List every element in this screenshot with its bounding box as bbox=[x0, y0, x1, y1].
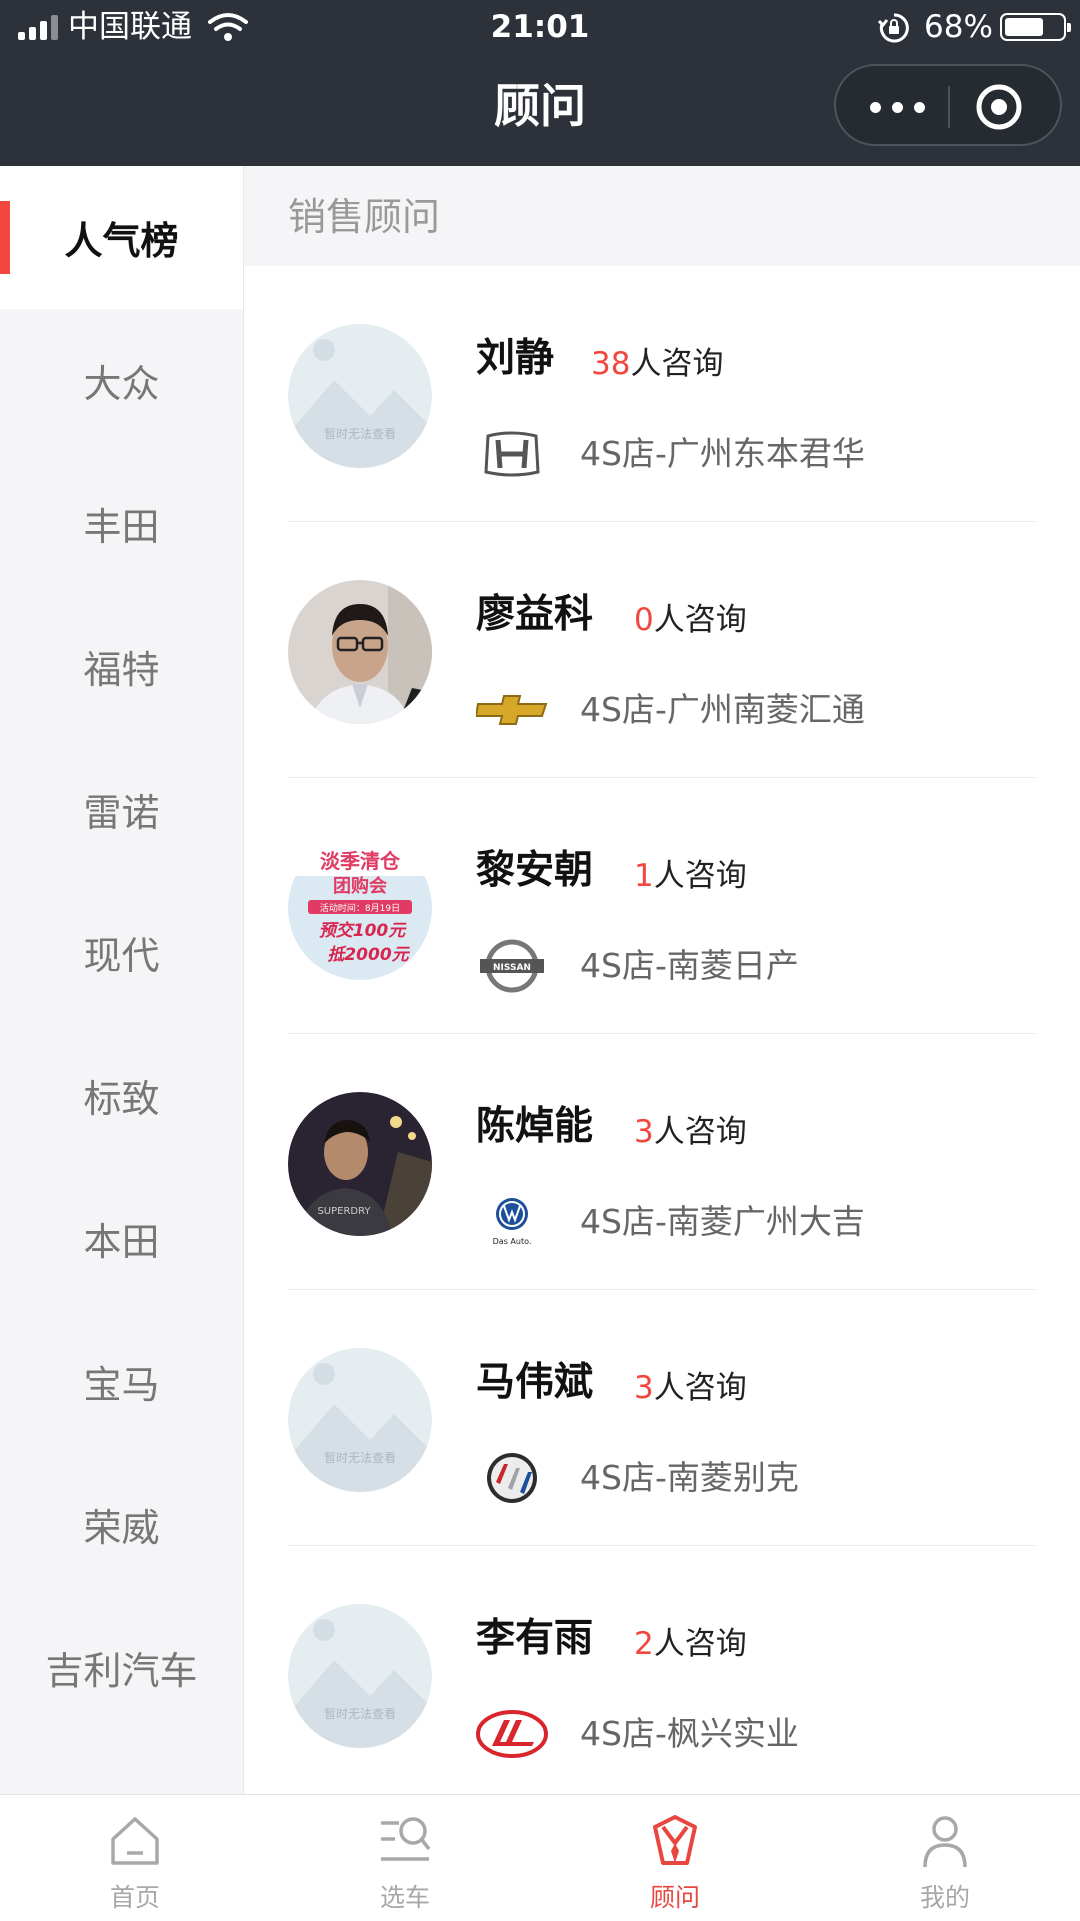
svg-text:淡季清仓: 淡季清仓 bbox=[320, 849, 401, 873]
profile-icon bbox=[923, 1816, 967, 1868]
bottom-tab-bar: 首页 选车 顾问 我的 bbox=[0, 1794, 1080, 1920]
advisor-row[interactable]: 暂时无法查看 刘静 38人咨询 4S店-广州东本君华 bbox=[244, 266, 1080, 522]
status-bar: 中国联通 21:01 68% bbox=[0, 0, 1080, 54]
top-bar: 中国联通 21:01 68% 顾问 bbox=[0, 0, 1080, 166]
advisor-avatar: SUPERDRY bbox=[288, 1092, 432, 1236]
tab-label: 选车 bbox=[379, 1883, 430, 1912]
sidebar-item-brand[interactable]: 宝马 bbox=[0, 1310, 243, 1453]
tab-label: 我的 bbox=[919, 1883, 970, 1912]
rotation-lock-icon bbox=[878, 13, 909, 43]
sidebar-item-popular[interactable]: 人气榜 bbox=[0, 166, 243, 309]
advisor-icon bbox=[653, 1815, 697, 1865]
tab-label: 顾问 bbox=[649, 1883, 700, 1912]
advisor-name: 李有雨 bbox=[476, 1616, 594, 1661]
consult-count: 3人咨询 bbox=[634, 1370, 747, 1406]
volkswagen-logo-icon: Das Auto. bbox=[476, 1194, 548, 1250]
advisor-avatar: 暂时无法查看 bbox=[288, 1348, 432, 1492]
nissan-logo-icon: NISSAN bbox=[476, 938, 548, 994]
svg-text:NISSAN: NISSAN bbox=[493, 963, 531, 973]
battery-percent: 68% bbox=[924, 9, 993, 45]
svg-text:暂时无法查看: 暂时无法查看 bbox=[324, 427, 396, 441]
tab-advisor[interactable]: 顾问 bbox=[540, 1795, 810, 1921]
tab-label: 首页 bbox=[109, 1883, 160, 1912]
target-close-icon[interactable] bbox=[974, 82, 1024, 132]
advisor-avatar: 淡季清仓 团购会 活动时间：8月19日 预交100元 抵2000元 bbox=[288, 836, 432, 980]
lifan-logo-icon bbox=[476, 1706, 548, 1762]
advisor-name: 陈焯能 bbox=[476, 1104, 594, 1149]
sidebar-item-brand[interactable]: 标致 bbox=[0, 1024, 243, 1167]
advisor-name: 马伟斌 bbox=[476, 1360, 594, 1405]
advisor-row[interactable]: SUPERDRY 陈焯能 3人咨询 Das Auto. 4S店-南菱广州大吉 bbox=[244, 1034, 1080, 1290]
tab-home[interactable]: 首页 bbox=[0, 1795, 270, 1921]
svg-text:Das Auto.: Das Auto. bbox=[493, 1237, 532, 1246]
consult-count: 1人咨询 bbox=[634, 858, 747, 894]
advisor-name: 黎安朝 bbox=[476, 848, 594, 893]
store-name: 4S店-南菱日产 bbox=[580, 946, 799, 985]
buick-logo-icon bbox=[476, 1450, 548, 1506]
car-search-icon bbox=[381, 1817, 431, 1861]
store-name: 4S店-南菱别克 bbox=[580, 1458, 799, 1497]
advisor-name: 刘静 bbox=[476, 336, 555, 381]
more-dots-icon[interactable] bbox=[858, 86, 938, 128]
svg-text:暂时无法查看: 暂时无法查看 bbox=[324, 1451, 396, 1465]
advisor-row[interactable]: 淡季清仓 团购会 活动时间：8月19日 预交100元 抵2000元 黎安朝 1人… bbox=[244, 778, 1080, 1034]
section-title: 销售顾问 bbox=[288, 195, 441, 239]
advisor-name: 廖益科 bbox=[476, 592, 594, 637]
home-icon bbox=[111, 1817, 159, 1865]
advisor-row[interactable]: 廖益科 0人咨询 4S店-广州南菱汇通 bbox=[244, 522, 1080, 778]
consult-count: 2人咨询 bbox=[634, 1626, 747, 1662]
section-header: 销售顾问 bbox=[244, 166, 1080, 266]
sidebar-item-brand[interactable]: 丰田 bbox=[0, 452, 243, 595]
tab-choose-car[interactable]: 选车 bbox=[270, 1795, 540, 1921]
store-name: 4S店-南菱广州大吉 bbox=[580, 1202, 865, 1241]
svg-text:团购会: 团购会 bbox=[333, 875, 387, 897]
svg-text:预交100元: 预交100元 bbox=[319, 921, 407, 941]
sidebar-item-brand[interactable]: 雷诺 bbox=[0, 738, 243, 881]
honda-logo-icon bbox=[476, 426, 548, 482]
advisor-avatar: 暂时无法查看 bbox=[288, 324, 432, 468]
sidebar-item-brand[interactable]: 现代 bbox=[0, 881, 243, 1024]
svg-text:活动时间：8月19日: 活动时间：8月19日 bbox=[320, 902, 400, 914]
sidebar-item-brand[interactable]: 吉利汽车 bbox=[0, 1596, 243, 1739]
advisor-row[interactable]: 暂时无法查看 马伟斌 3人咨询 4S店-南菱别克 bbox=[244, 1290, 1080, 1546]
advisor-row[interactable]: 暂时无法查看 李有雨 2人咨询 4S店-枫兴实业 bbox=[244, 1546, 1080, 1802]
consult-count: 3人咨询 bbox=[634, 1114, 747, 1150]
mini-program-capsule bbox=[834, 64, 1062, 146]
battery-icon bbox=[1000, 13, 1071, 41]
chevrolet-logo-icon bbox=[476, 682, 548, 738]
store-name: 4S店-枫兴实业 bbox=[580, 1714, 799, 1753]
tab-mine[interactable]: 我的 bbox=[810, 1795, 1080, 1921]
capsule-divider bbox=[948, 86, 950, 128]
svg-text:暂时无法查看: 暂时无法查看 bbox=[324, 1707, 396, 1721]
store-name: 4S店-广州南菱汇通 bbox=[580, 690, 865, 729]
sidebar-item-brand[interactable]: 大众 bbox=[0, 309, 243, 452]
sidebar-item-brand[interactable]: 本田 bbox=[0, 1167, 243, 1310]
svg-text:抵2000元: 抵2000元 bbox=[327, 945, 410, 965]
sidebar-item-brand[interactable]: 荣威 bbox=[0, 1453, 243, 1596]
sidebar-item-brand[interactable]: 福特 bbox=[0, 595, 243, 738]
advisor-avatar bbox=[288, 580, 432, 724]
svg-text:SUPERDRY: SUPERDRY bbox=[317, 1206, 371, 1217]
consult-count: 0人咨询 bbox=[634, 602, 747, 638]
store-name: 4S店-广州东本君华 bbox=[580, 434, 865, 473]
brand-sidebar: 人气榜 大众 丰田 福特 雷诺 现代 标致 本田 宝马 荣威 吉利汽车 bbox=[0, 166, 244, 1794]
advisor-avatar: 暂时无法查看 bbox=[288, 1604, 432, 1748]
status-time: 21:01 bbox=[490, 9, 590, 45]
consult-count: 38人咨询 bbox=[591, 346, 724, 382]
